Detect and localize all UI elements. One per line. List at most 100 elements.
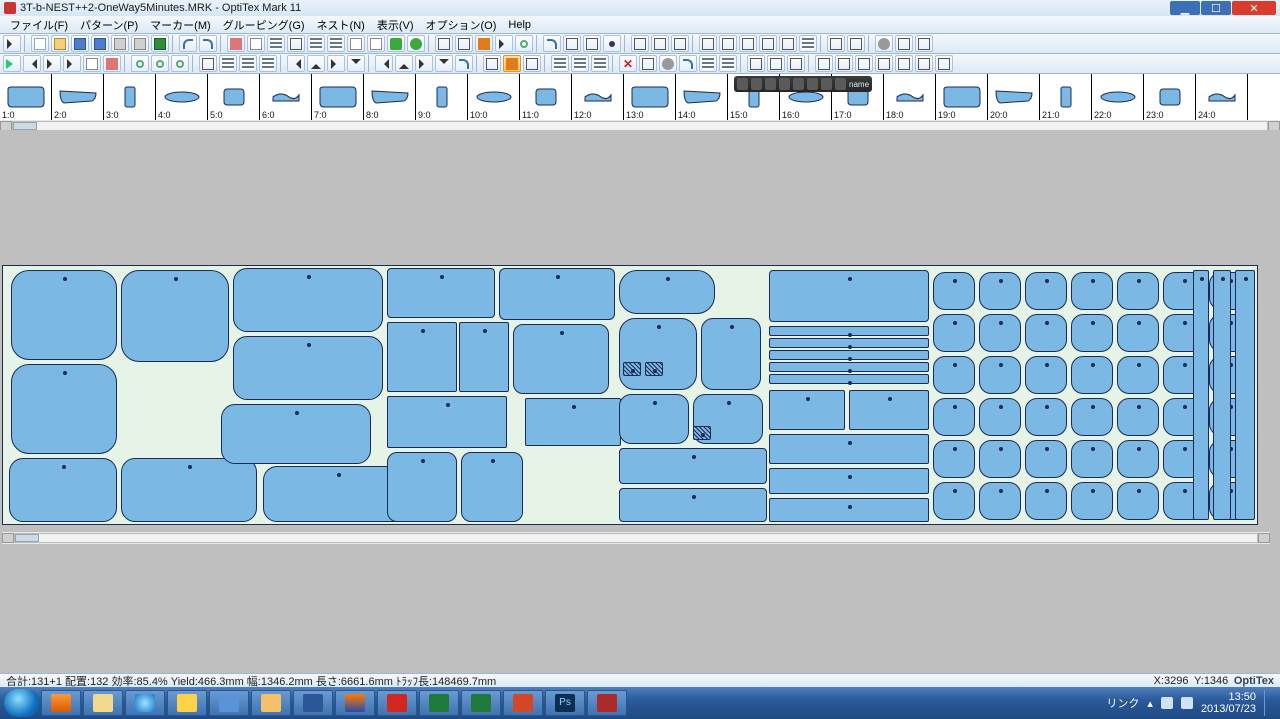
tool-out3[interactable] [787, 55, 805, 72]
nested-piece[interactable] [933, 398, 975, 436]
tool-nest2[interactable] [571, 55, 589, 72]
window-close-button[interactable]: ✕ [1232, 1, 1276, 15]
tool-bundle[interactable] [287, 35, 305, 52]
tool-list2[interactable] [239, 55, 257, 72]
nested-piece[interactable] [979, 272, 1021, 310]
tool-arr-u2[interactable] [395, 55, 413, 72]
nested-piece[interactable] [933, 272, 975, 310]
menu-option[interactable]: オプション(O) [420, 16, 503, 34]
tool-settings[interactable] [659, 55, 677, 72]
tool-export-excel[interactable] [151, 35, 169, 52]
show-desktop-button[interactable] [1264, 690, 1272, 716]
tool-lock-active[interactable] [503, 55, 521, 72]
tool-ex2[interactable] [719, 55, 737, 72]
tool-sel7[interactable] [935, 55, 953, 72]
palette-slot[interactable]: 14:0 [676, 74, 728, 120]
menu-grouping[interactable]: グルーピング(G) [217, 16, 311, 34]
tool-print-preview[interactable] [131, 35, 149, 52]
tool-sel1[interactable] [815, 55, 833, 72]
tray-chevron-icon[interactable]: ▴ [1147, 697, 1153, 710]
tray-link[interactable]: リンク [1106, 695, 1139, 711]
tool-sel6[interactable] [915, 55, 933, 72]
window-minimize-button[interactable]: ▁ [1170, 1, 1200, 15]
tool-arr-r2[interactable] [415, 55, 433, 72]
tool-clear[interactable] [639, 55, 657, 72]
nested-piece[interactable] [11, 270, 117, 360]
tool-pds2[interactable] [103, 55, 121, 72]
tool-gap[interactable] [739, 35, 757, 52]
tool-saveall[interactable] [91, 35, 109, 52]
nested-piece[interactable] [623, 362, 641, 376]
tool-group[interactable] [563, 35, 581, 52]
palette-slot[interactable]: 6:0 [260, 74, 312, 120]
nested-piece[interactable] [1071, 314, 1113, 352]
tool-step-back[interactable] [23, 55, 41, 72]
tool-out2[interactable] [767, 55, 785, 72]
tool-record[interactable] [83, 55, 101, 72]
palette-slot[interactable]: 19:0 [936, 74, 988, 120]
tool-save[interactable] [71, 35, 89, 52]
float-btn[interactable] [821, 78, 832, 90]
task-acrobat[interactable] [377, 690, 417, 716]
tool-open-pds[interactable] [227, 35, 245, 52]
task-firefox[interactable] [335, 690, 375, 716]
tool-refresh[interactable] [455, 55, 473, 72]
nested-piece[interactable] [849, 390, 929, 430]
window-maximize-button[interactable]: ☐ [1201, 1, 1231, 15]
palette-slot[interactable]: 4:0 [156, 74, 208, 120]
task-excel2[interactable] [461, 690, 501, 716]
nested-piece[interactable] [459, 322, 509, 392]
nested-piece[interactable] [499, 268, 615, 320]
nested-piece[interactable] [1117, 482, 1159, 520]
tool-rotate[interactable] [543, 35, 561, 52]
work-area[interactable] [0, 130, 1280, 673]
float-btn[interactable] [835, 78, 846, 90]
task-app2[interactable] [209, 690, 249, 716]
tool-sel2[interactable] [835, 55, 853, 72]
tool-arr-d[interactable] [347, 55, 365, 72]
nested-piece[interactable] [693, 426, 711, 440]
nested-piece[interactable] [1193, 270, 1209, 520]
tool-sel5[interactable] [895, 55, 913, 72]
tool-misc1[interactable] [875, 35, 893, 52]
tool-pointer[interactable] [3, 35, 21, 52]
nested-piece[interactable] [9, 458, 117, 522]
nested-piece[interactable] [619, 488, 767, 522]
tool-flip[interactable] [759, 35, 777, 52]
palette-slot[interactable]: 1:0 [0, 74, 52, 120]
floating-text-toolbar[interactable]: name [734, 76, 872, 92]
nested-piece[interactable] [619, 394, 689, 444]
nested-piece[interactable] [1025, 272, 1067, 310]
tool-nest1[interactable] [551, 55, 569, 72]
palette-slot[interactable]: 7:0 [312, 74, 364, 120]
nested-piece[interactable] [1213, 270, 1231, 520]
palette-slot[interactable]: 9:0 [416, 74, 468, 120]
nested-piece[interactable] [1117, 398, 1159, 436]
float-btn[interactable] [751, 78, 762, 90]
tool-out1[interactable] [747, 55, 765, 72]
tray-volume-icon[interactable] [1181, 697, 1193, 709]
nested-piece[interactable] [933, 482, 975, 520]
tool-zoom[interactable] [515, 35, 533, 52]
nested-piece[interactable] [121, 458, 257, 522]
canvas-scroll-thumb[interactable] [15, 534, 39, 542]
palette-slot[interactable]: 3:0 [104, 74, 156, 120]
nested-piece[interactable] [233, 336, 383, 400]
tool-measure[interactable] [455, 35, 473, 52]
tool-group-piece[interactable] [699, 35, 717, 52]
nested-piece[interactable] [979, 398, 1021, 436]
nested-piece[interactable] [769, 390, 845, 430]
nested-piece[interactable] [1235, 270, 1255, 520]
tool-sel4[interactable] [875, 55, 893, 72]
nested-piece[interactable] [645, 362, 663, 376]
nested-piece[interactable] [1117, 272, 1159, 310]
tray-clock[interactable]: 13:50 2013/07/23 [1201, 691, 1256, 715]
menu-pattern[interactable]: パターン(P) [74, 16, 144, 34]
tool-q[interactable] [483, 55, 501, 72]
nested-piece[interactable] [1025, 440, 1067, 478]
palette-slot[interactable]: 20:0 [988, 74, 1040, 120]
nested-piece[interactable] [619, 318, 697, 390]
tool-list[interactable] [219, 55, 237, 72]
nested-piece[interactable] [1025, 482, 1067, 520]
palette-slot[interactable]: 22:0 [1092, 74, 1144, 120]
